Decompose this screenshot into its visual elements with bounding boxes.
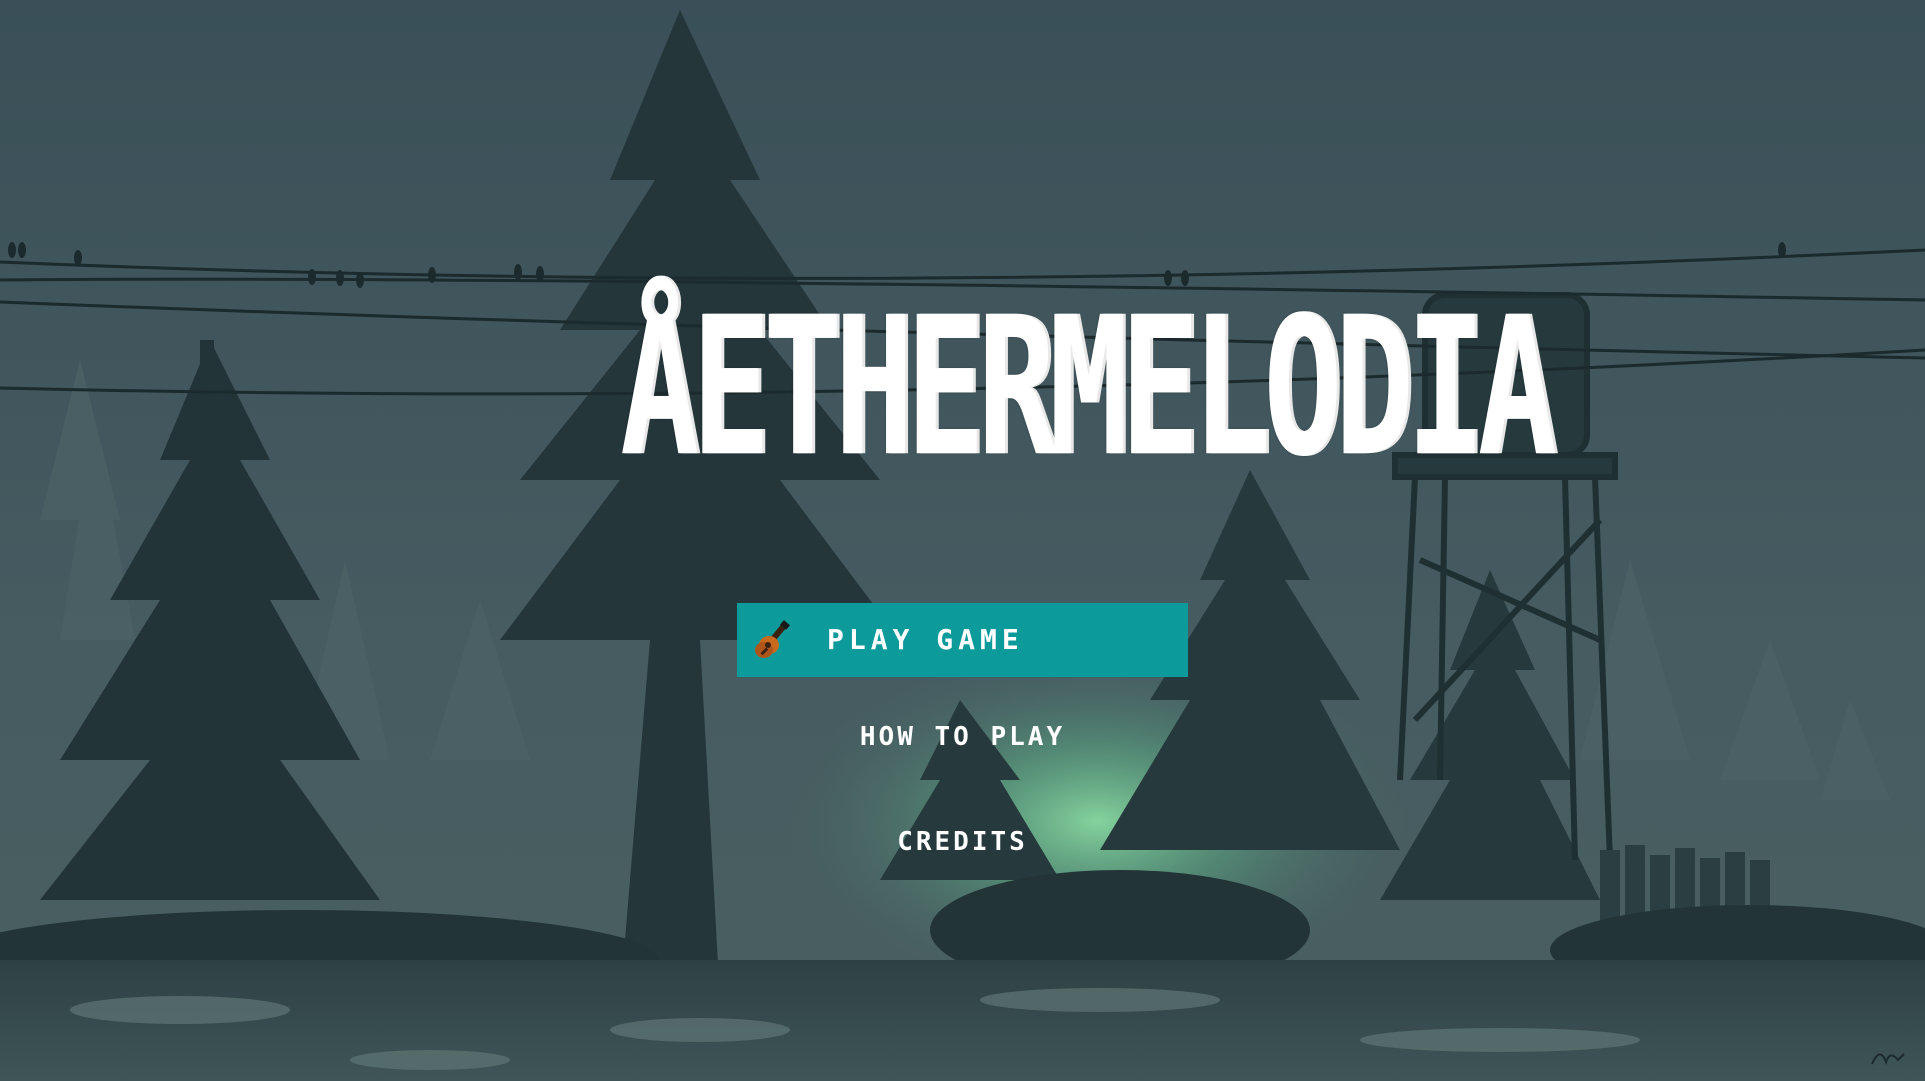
how-to-play-button[interactable]: HOW TO PLAY xyxy=(737,714,1188,760)
game-title: ÅETHERMELODIA xyxy=(620,276,1557,500)
main-menu: ÅETHERMELODIA PLAY GAME HOW TO PLAY CRED… xyxy=(0,0,1925,1081)
artist-signature xyxy=(1871,1053,1905,1065)
main-menu-screen: ÅETHERMELODIA PLAY GAME HOW TO PLAY CRED… xyxy=(0,0,1925,1081)
guitar-icon xyxy=(755,620,790,658)
play-game-button[interactable]: PLAY GAME xyxy=(737,603,1188,677)
credits-button[interactable]: CREDITS xyxy=(737,819,1188,865)
play-game-label: PLAY GAME xyxy=(827,623,1024,656)
